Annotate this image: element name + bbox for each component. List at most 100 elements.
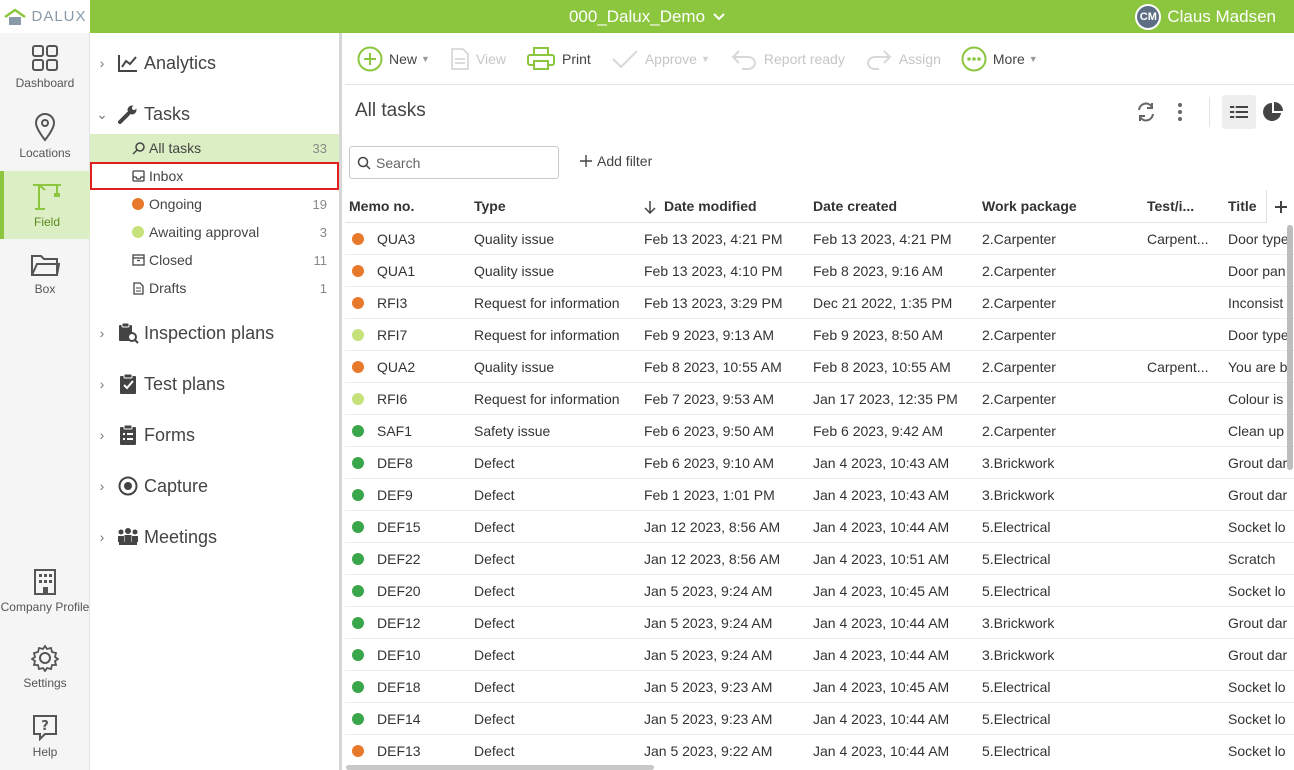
- more-dots-icon: [961, 46, 987, 71]
- list-view-icon: [1230, 105, 1248, 119]
- nav-tree: › Analytics ⌄ Tasks All tasks 33 Inbox O…: [90, 33, 342, 770]
- rail-field[interactable]: Field: [0, 171, 90, 239]
- col-date-modified-label: Date modified: [664, 198, 757, 214]
- cell-title: Scratch: [1228, 551, 1276, 567]
- undo-arrow-icon: [731, 49, 756, 70]
- search-box[interactable]: [349, 146, 559, 179]
- more-label: More: [992, 50, 1025, 67]
- table-row[interactable]: DEF18 Defect Jan 5 2023, 9:23 AM Jan 4 2023…: [345, 671, 1294, 703]
- cell-date-modified: Feb 6 2023, 9:50 AM: [644, 423, 774, 439]
- add-column-button[interactable]: [1266, 190, 1294, 223]
- printer-icon: [527, 46, 556, 70]
- cell-test-inspection: [1147, 479, 1222, 511]
- col-type[interactable]: Type: [474, 190, 634, 223]
- rail-locations[interactable]: Locations: [0, 102, 90, 170]
- table-row[interactable]: RFI3 Request for information Feb 13 2023, …: [345, 287, 1294, 319]
- table-row[interactable]: RFI6 Request for information Feb 7 2023, 9…: [345, 383, 1294, 415]
- table-row[interactable]: QUA1 Quality issue Feb 13 2023, 4:10 PM Feb…: [345, 255, 1294, 287]
- col-date-modified[interactable]: Date modified: [644, 190, 809, 223]
- nav-test-plans[interactable]: › Test plans: [90, 364, 339, 404]
- gear-icon: [31, 644, 59, 672]
- nav-drafts[interactable]: Drafts 1: [90, 274, 339, 302]
- status-dot-icon: [352, 649, 364, 661]
- table-row[interactable]: DEF9 Defect Feb 1 2023, 1:01 PM Jan 4 2023,…: [345, 479, 1294, 511]
- new-button[interactable]: New ▼: [357, 46, 430, 72]
- cell-title: Grout dar: [1228, 487, 1288, 503]
- nav-meetings[interactable]: › Meetings: [90, 517, 339, 557]
- assign-button[interactable]: Assign: [865, 48, 941, 70]
- cell-type: Defect: [474, 583, 515, 599]
- table-header: Memo no. Type Date modified Date created…: [345, 190, 1294, 223]
- rail-settings[interactable]: Settings: [0, 633, 90, 701]
- plus-circle-icon: [357, 46, 383, 71]
- kebab-menu-button[interactable]: [1163, 95, 1197, 129]
- nav-ongoing[interactable]: Ongoing 19: [90, 190, 339, 218]
- rail-company-profile[interactable]: Company Profile: [0, 553, 90, 629]
- dalux-logo[interactable]: DALUX: [0, 0, 90, 33]
- status-dot-icon: [352, 393, 364, 405]
- user-menu[interactable]: CM Claus Madsen: [1135, 4, 1276, 30]
- chart-view-button[interactable]: [1256, 95, 1290, 129]
- table-row[interactable]: QUA2 Quality issue Feb 8 2023, 10:55 AM Feb…: [345, 351, 1294, 383]
- list-view-button[interactable]: [1222, 95, 1256, 129]
- archive-icon: [130, 254, 146, 266]
- nav-all-tasks[interactable]: All tasks 33: [90, 134, 339, 162]
- cell-date-created: Jan 4 2023, 10:44 AM: [813, 743, 950, 759]
- table-row[interactable]: DEF10 Defect Jan 5 2023, 9:24 AM Jan 4 2023…: [345, 639, 1294, 671]
- cell-date-created: Feb 13 2023, 4:21 PM: [813, 231, 952, 247]
- approve-button[interactable]: Approve ▼: [611, 48, 710, 70]
- nav-awaiting-approval[interactable]: Awaiting approval 3: [90, 218, 339, 246]
- view-button[interactable]: View: [450, 47, 506, 71]
- rail-dashboard[interactable]: Dashboard: [0, 33, 90, 101]
- nav-forms[interactable]: › Forms: [90, 415, 339, 455]
- cell-date-created: Feb 8 2023, 9:16 AM: [813, 263, 943, 279]
- nav-tasks[interactable]: ⌄ Tasks: [90, 94, 339, 134]
- status-dot-icon: [352, 681, 364, 693]
- col-date-created[interactable]: Date created: [813, 190, 978, 223]
- vertical-dots-icon: [1178, 103, 1182, 121]
- project-selector[interactable]: 000_Dalux_Demo: [569, 0, 725, 33]
- cell-test-inspection: [1147, 511, 1222, 543]
- col-memo-no[interactable]: Memo no.: [349, 190, 469, 223]
- table-row[interactable]: DEF14 Defect Jan 5 2023, 9:23 AM Jan 4 2023…: [345, 703, 1294, 735]
- search-input[interactable]: [376, 154, 546, 171]
- nav-closed[interactable]: Closed 11: [90, 246, 339, 274]
- col-work-package[interactable]: Work package: [982, 190, 1142, 223]
- table-row[interactable]: DEF20 Defect Jan 5 2023, 9:24 AM Jan 4 2023…: [345, 575, 1294, 607]
- cell-date-modified: Feb 13 2023, 4:21 PM: [644, 231, 783, 247]
- rail-help[interactable]: ? Help: [0, 702, 90, 770]
- plus-icon: [1274, 200, 1287, 213]
- chevron-down-icon: [713, 12, 725, 20]
- print-button[interactable]: Print: [526, 46, 591, 71]
- table-row[interactable]: DEF15 Defect Jan 12 2023, 8:56 AM Jan 4 202…: [345, 511, 1294, 543]
- cell-type: Quality issue: [474, 359, 555, 375]
- rail-box[interactable]: Box: [0, 240, 90, 308]
- cell-test-inspection: Carpent...: [1147, 359, 1209, 375]
- nav-capture[interactable]: › Capture: [90, 466, 339, 506]
- cell-memo-no: RFI6: [377, 391, 408, 407]
- nav-inspection-plans[interactable]: › Inspection plans: [90, 313, 339, 353]
- table-row[interactable]: SAF1 Safety issue Feb 6 2023, 9:50 AM Feb 6…: [345, 415, 1294, 447]
- table-row[interactable]: DEF12 Defect Jan 5 2023, 9:24 AM Jan 4 2023…: [345, 607, 1294, 639]
- table-row[interactable]: DEF22 Defect Jan 12 2023, 8:56 AM Jan 4 202…: [345, 543, 1294, 575]
- col-test-inspection[interactable]: Test/i...: [1147, 190, 1222, 223]
- nav-inbox[interactable]: Inbox: [90, 162, 339, 190]
- table-row[interactable]: QUA3 Quality issue Feb 13 2023, 4:21 PM Feb…: [345, 223, 1294, 255]
- cell-memo-no: DEF18: [377, 679, 421, 695]
- nav-analytics[interactable]: › Analytics: [90, 43, 339, 83]
- cell-memo-no: RFI3: [377, 295, 408, 311]
- cell-test-inspection: [1147, 447, 1222, 479]
- vertical-scrollbar[interactable]: [1287, 225, 1293, 470]
- cell-memo-no: DEF22: [377, 551, 421, 567]
- add-filter-button[interactable]: Add filter: [580, 153, 652, 169]
- table-row[interactable]: DEF8 Defect Feb 6 2023, 9:10 AM Jan 4 2023,…: [345, 447, 1294, 479]
- report-ready-button[interactable]: Report ready: [730, 48, 845, 70]
- col-title[interactable]: Title: [1228, 190, 1268, 223]
- table-row[interactable]: RFI7 Request for information Feb 9 2023, 9…: [345, 319, 1294, 351]
- table-row[interactable]: DEF13 Defect Jan 5 2023, 9:22 AM Jan 4 2023…: [345, 735, 1294, 765]
- more-button[interactable]: More ▼: [961, 46, 1038, 72]
- nav-meetings-label: Meetings: [144, 526, 218, 547]
- cell-memo-no: SAF1: [377, 423, 413, 439]
- horizontal-scrollbar[interactable]: [346, 765, 654, 770]
- refresh-button[interactable]: [1129, 95, 1163, 129]
